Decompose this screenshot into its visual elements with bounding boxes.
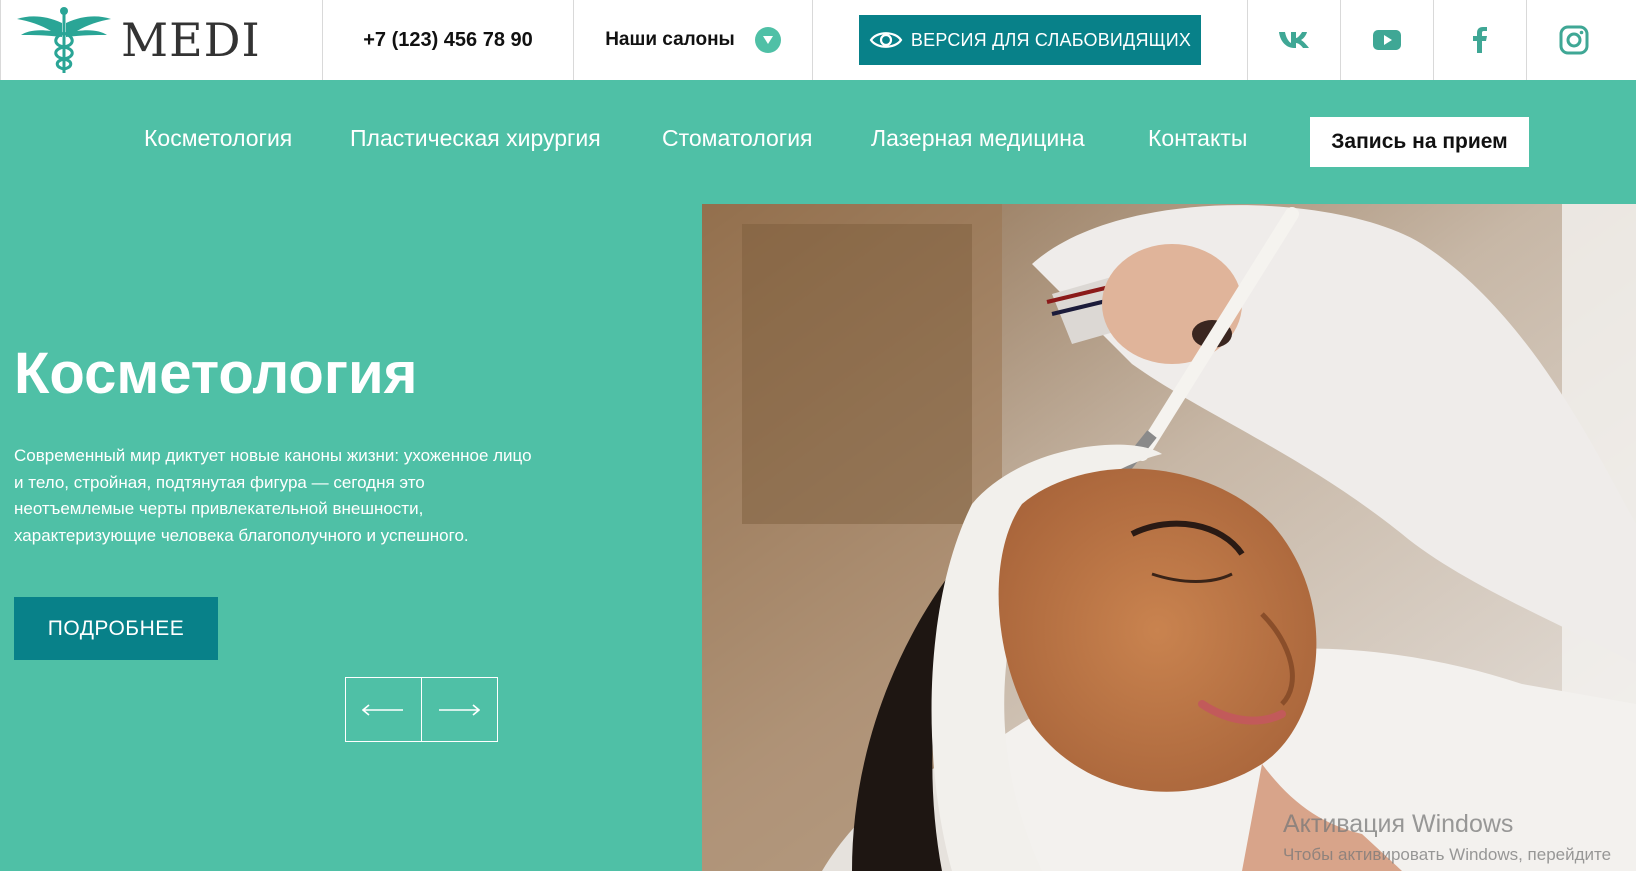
caduceus-icon bbox=[17, 7, 111, 73]
accessibility-cell: ВЕРСИЯ ДЛЯ СЛАБОВИДЯЩИХ bbox=[813, 0, 1248, 80]
social-youtube[interactable] bbox=[1341, 0, 1434, 80]
cosmetology-facial-photo bbox=[702, 204, 1636, 871]
hero-description: Современный мир диктует новые каноны жиз… bbox=[14, 446, 532, 545]
arrow-left-icon bbox=[362, 703, 404, 716]
eye-icon bbox=[869, 32, 903, 48]
salons-dropdown[interactable]: Наши салоны bbox=[605, 27, 781, 53]
accessibility-button[interactable]: ВЕРСИЯ ДЛЯ СЛАБОВИДЯЩИХ bbox=[858, 15, 1202, 65]
logo-text: MEDI bbox=[121, 13, 261, 67]
chevron-down-icon bbox=[754, 27, 781, 53]
vk-icon bbox=[1279, 32, 1309, 48]
watermark-subtitle: Чтобы активировать Windows, перейдите bbox=[1283, 845, 1612, 864]
slider-arrows bbox=[345, 677, 498, 742]
nav-item-dentistry[interactable]: Стоматология bbox=[662, 125, 813, 152]
slider-prev-button[interactable] bbox=[346, 678, 422, 741]
appointment-button[interactable]: Запись на прием bbox=[1310, 117, 1529, 167]
windows-activation-watermark: Активация Windows Чтобы активировать Win… bbox=[1283, 810, 1611, 865]
instagram-icon bbox=[1559, 25, 1588, 55]
nav-item-cosmetology[interactable]: Косметология bbox=[144, 125, 292, 152]
salons-label: Наши салоны bbox=[605, 29, 735, 50]
nav-item-laser-medicine[interactable]: Лазерная медицина bbox=[871, 125, 1085, 152]
top-bar: MEDI +7 (123) 456 78 90 Наши салоны ВЕРС… bbox=[0, 0, 1636, 80]
social-instagram[interactable] bbox=[1527, 0, 1620, 80]
arrow-right-icon bbox=[439, 703, 481, 716]
nav-item-contacts[interactable]: Контакты bbox=[1148, 125, 1247, 152]
logo[interactable]: MEDI bbox=[15, 5, 261, 75]
social-vk[interactable] bbox=[1248, 0, 1341, 80]
hero-photo bbox=[702, 204, 1636, 871]
salons-cell: Наши салоны bbox=[574, 0, 813, 80]
logo-cell: MEDI bbox=[0, 0, 323, 80]
youtube-icon bbox=[1373, 30, 1401, 50]
main-nav: Косметология Пластическая хирургия Стома… bbox=[0, 80, 1636, 204]
more-button[interactable]: ПОДРОБНЕЕ bbox=[14, 597, 218, 660]
nav-item-plastic-surgery[interactable]: Пластическая хирургия bbox=[350, 125, 601, 152]
accessibility-label: ВЕРСИЯ ДЛЯ СЛАБОВИДЯЩИХ bbox=[910, 29, 1192, 50]
phone-link[interactable]: +7 (123) 456 78 90 bbox=[363, 29, 533, 52]
social-facebook[interactable] bbox=[1434, 0, 1527, 80]
phone-cell: +7 (123) 456 78 90 bbox=[323, 0, 574, 80]
watermark-title: Активация Windows bbox=[1283, 810, 1514, 838]
hero-title: Косметология bbox=[14, 341, 418, 406]
slider-next-button[interactable] bbox=[422, 678, 498, 741]
facebook-icon bbox=[1473, 27, 1487, 53]
